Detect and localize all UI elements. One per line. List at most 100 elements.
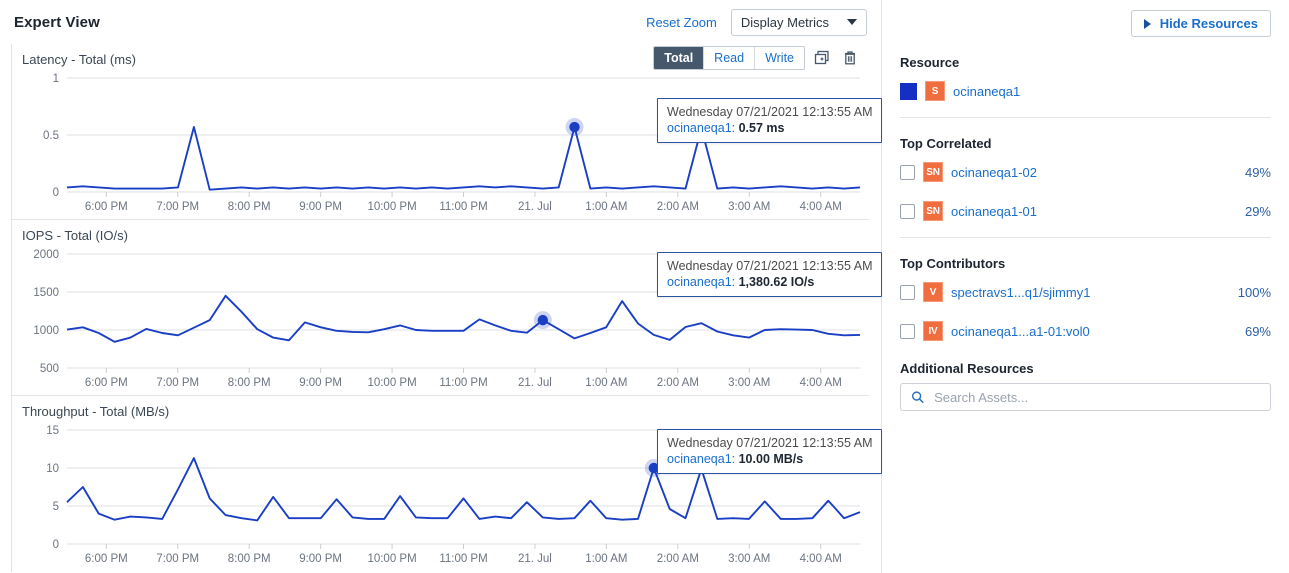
tooltip-value: 1,380.62 IO/s [739,275,815,289]
contributor-name-0[interactable]: spectravs1...q1/sjimmy1 [951,285,1090,300]
checkbox-correlated-0[interactable] [900,165,915,180]
storage-node-badge-icon: SN [923,201,943,221]
divider [900,237,1271,238]
svg-text:9:00 PM: 9:00 PM [299,377,342,389]
svg-text:4:00 AM: 4:00 AM [800,201,842,213]
svg-text:10: 10 [46,463,59,475]
chart-tooltip-throughput: Wednesday 07/21/2021 12:13:55 AM ocinane… [657,429,882,474]
add-panel-icon[interactable] [811,47,833,69]
resources-sidebar: Hide Resources Resource S ocinaneqa1 Top… [881,0,1289,573]
tooltip-value: 0.57 ms [739,121,785,135]
search-assets-box[interactable] [900,383,1271,411]
svg-text:3:00 AM: 3:00 AM [728,377,770,389]
trash-icon[interactable] [839,47,861,69]
display-metrics-dropdown[interactable]: Display Metrics [731,9,867,36]
svg-text:1500: 1500 [33,287,59,299]
resource-name[interactable]: ocinaneqa1 [953,84,1020,99]
contributor-name-1[interactable]: ocinaneqa1...a1-01:vol0 [951,324,1090,339]
tooltip-date: Wednesday 07/21/2021 12:13:55 AM [667,435,872,451]
chart-plot-latency[interactable]: 00.516:00 PM7:00 PM8:00 PM9:00 PM10:00 P… [12,68,870,220]
chart-panel-throughput: Throughput - Total (MB/s) 0510156:00 PM7… [11,396,869,572]
svg-text:1:00 AM: 1:00 AM [585,201,627,213]
correlated-name-1[interactable]: ocinaneqa1-01 [951,204,1037,219]
svg-text:7:00 PM: 7:00 PM [156,201,199,213]
tooltip-resource: ocinaneqa1: [667,275,735,289]
correlated-percent-1: 29% [1245,204,1271,219]
checkbox-contributor-1[interactable] [900,324,915,339]
chart-title: Latency - Total (ms) [22,52,136,67]
contributor-percent-1: 69% [1245,324,1271,339]
toolbar-actions: Reset Zoom Display Metrics [646,9,867,36]
search-assets-input[interactable] [932,389,1260,406]
hide-resources-label: Hide Resources [1160,16,1258,31]
tooltip-value: 10.00 MB/s [739,452,804,466]
metric-type-toggle: Total Read Write [653,46,805,70]
list-item: IV ocinaneqa1...a1-01:vol0 69% [900,317,1271,345]
search-icon [911,390,924,404]
chevron-down-icon [847,19,857,25]
display-metrics-label: Display Metrics [741,15,829,30]
tooltip-resource: ocinaneqa1: [667,452,735,466]
svg-text:10:00 PM: 10:00 PM [367,553,416,565]
svg-text:1000: 1000 [33,325,59,337]
svg-text:1: 1 [53,73,59,85]
internal-volume-badge-icon: IV [923,321,943,341]
storage-node-badge-icon: SN [923,162,943,182]
correlated-name-0[interactable]: ocinaneqa1-02 [951,165,1037,180]
svg-text:10:00 PM: 10:00 PM [367,201,416,213]
svg-text:2:00 AM: 2:00 AM [657,377,699,389]
chart-tooltip-latency: Wednesday 07/21/2021 12:13:55 AM ocinane… [657,98,882,143]
svg-text:6:00 PM: 6:00 PM [85,553,128,565]
tooltip-date: Wednesday 07/21/2021 12:13:55 AM [667,258,872,274]
svg-text:7:00 PM: 7:00 PM [156,377,199,389]
storage-badge-icon: S [925,81,945,101]
svg-text:0: 0 [53,539,59,551]
hide-resources-button[interactable]: Hide Resources [1131,10,1271,37]
svg-text:2000: 2000 [33,249,59,261]
svg-text:21. Jul: 21. Jul [518,377,552,389]
divider [900,117,1271,118]
svg-text:10:00 PM: 10:00 PM [367,377,416,389]
top-correlated-title: Top Correlated [900,136,1271,151]
svg-text:21. Jul: 21. Jul [518,553,552,565]
contributor-percent-0: 100% [1238,285,1271,300]
tooltip-resource: ocinaneqa1: [667,121,735,135]
list-item: V spectravs1...q1/sjimmy1 100% [900,278,1271,306]
correlated-percent-0: 49% [1245,165,1271,180]
resource-section-title: Resource [900,55,1271,70]
svg-text:3:00 AM: 3:00 AM [728,553,770,565]
checkbox-correlated-1[interactable] [900,204,915,219]
chevron-right-icon [1144,19,1151,29]
svg-text:0.5: 0.5 [43,130,59,142]
svg-text:0: 0 [53,187,59,199]
resource-row: S ocinaneqa1 [900,77,1271,105]
svg-text:6:00 PM: 6:00 PM [85,201,128,213]
page-toolbar: Expert View Reset Zoom Display Metrics [0,0,881,44]
svg-text:4:00 AM: 4:00 AM [800,377,842,389]
svg-text:6:00 PM: 6:00 PM [85,377,128,389]
volume-badge-icon: V [923,282,943,302]
list-item: SN ocinaneqa1-01 29% [900,197,1271,225]
top-contributors-title: Top Contributors [900,256,1271,271]
svg-text:5: 5 [53,501,59,513]
chart-toolbar: Total Read Write [653,46,861,70]
svg-text:15: 15 [46,425,59,437]
chart-panel-latency: Latency - Total (ms) Total Read Write [11,44,869,220]
charts-region: Expert View Reset Zoom Display Metrics L… [0,0,881,573]
svg-text:500: 500 [40,363,59,375]
svg-text:8:00 PM: 8:00 PM [228,201,271,213]
toggle-read[interactable]: Read [704,47,755,69]
svg-text:21. Jul: 21. Jul [518,201,552,213]
svg-text:4:00 AM: 4:00 AM [800,553,842,565]
additional-resources-title: Additional Resources [900,361,1271,376]
list-item: SN ocinaneqa1-02 49% [900,158,1271,186]
svg-text:1:00 AM: 1:00 AM [585,553,627,565]
expert-view-page: Expert View Reset Zoom Display Metrics L… [0,0,1289,573]
reset-zoom-link[interactable]: Reset Zoom [646,15,717,30]
hide-resources-row: Hide Resources [900,10,1271,37]
tooltip-date: Wednesday 07/21/2021 12:13:55 AM [667,104,872,120]
chart-panel-iops: IOPS - Total (IO/s) 5001000150020006:00 … [11,220,869,396]
toggle-write[interactable]: Write [755,47,804,69]
checkbox-contributor-0[interactable] [900,285,915,300]
toggle-total[interactable]: Total [654,47,704,69]
